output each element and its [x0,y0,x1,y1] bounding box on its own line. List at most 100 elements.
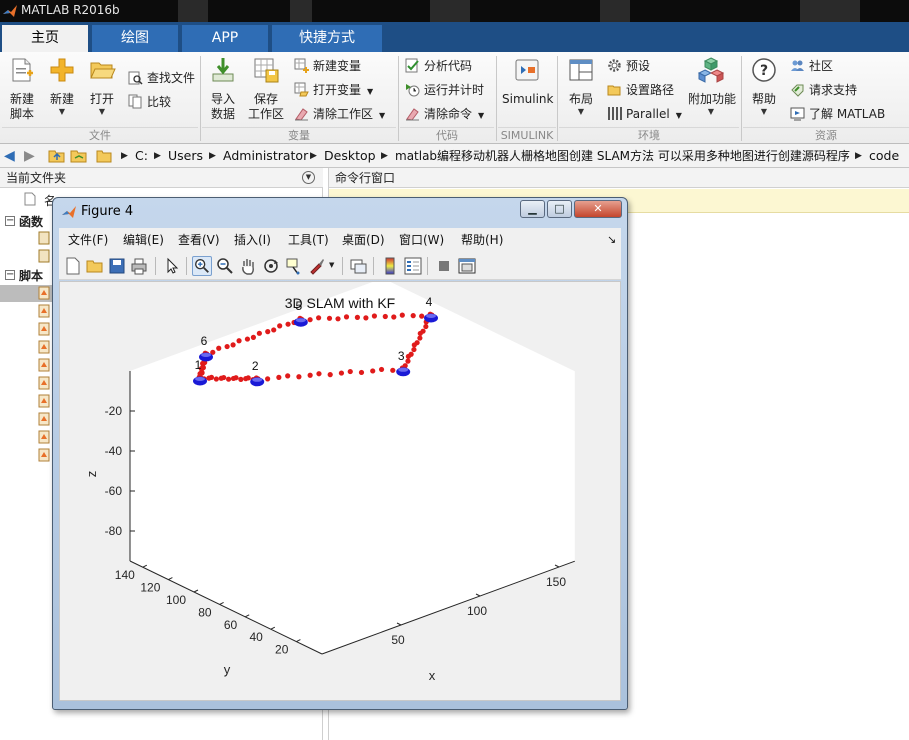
forward-arrow-icon[interactable]: ▶ [24,144,35,168]
run-and-time-button[interactable]: 运行并计时 [405,80,484,100]
open-variable-button[interactable]: 打开变量 ▼ [294,80,373,100]
collapse-icon[interactable]: − [5,216,15,226]
dock-arrow-icon[interactable]: ↘ [607,228,616,252]
breadcrumb-item[interactable]: Desktop [324,144,376,168]
menu-edit[interactable]: 编辑(E) [123,228,164,252]
menu-window[interactable]: 窗口(W) [399,228,444,252]
browse-folder-icon[interactable] [70,148,88,164]
hide-plot-tools-icon[interactable] [434,256,454,276]
zoom-out-icon[interactable] [215,256,235,276]
path-point [285,321,291,327]
preferences-button[interactable]: 预设 [607,56,650,76]
learn-matlab-button[interactable]: 了解 MATLAB [790,104,885,124]
pointer-icon[interactable] [162,256,182,276]
pan-hand-icon[interactable] [238,256,258,276]
import-data-button[interactable]: 导入 数据 [206,56,240,122]
tab-shortcuts[interactable]: 快捷方式 [272,25,382,52]
print-icon[interactable] [129,256,149,276]
section-functions[interactable]: 函数 [19,213,43,230]
clear-commands-button[interactable]: 清除命令 ▼ [405,104,484,124]
save-icon[interactable] [107,256,127,276]
new-figure-icon[interactable] [63,256,83,276]
script-file-icon[interactable] [38,448,50,462]
new-variable-button[interactable]: 新建变量 [294,56,361,76]
close-button[interactable]: ✕ [574,200,622,218]
script-file-icon[interactable] [38,304,50,318]
open-button[interactable]: 打开 ▼ [86,56,118,117]
menu-file[interactable]: 文件(F) [68,228,108,252]
ribbon-divider [398,56,399,141]
tab-plots[interactable]: 绘图 [92,25,178,52]
script-file-icon[interactable] [38,412,50,426]
figure-window[interactable]: Figure 4 ▁ □ ✕ 文件(F) 编辑(E) 查看(V) 插入(I) 工… [52,197,628,710]
up-folder-icon[interactable] [48,148,66,164]
breadcrumb-item[interactable]: matlab编程移动机器人栅格地图创建 SLAM方法 可以采用多种地图进行创建源… [395,144,850,168]
breadcrumb-arrow: ▶ [855,151,862,161]
analyze-code-button[interactable]: 分析代码 [405,56,472,76]
link-plot-icon[interactable] [349,256,369,276]
brush-dropdown-caret[interactable]: ▼ [329,261,334,269]
colorbar-icon[interactable] [380,256,400,276]
add-ons-button[interactable]: 附加功能 ▼ [688,56,736,117]
simulink-button[interactable]: Simulink [502,56,553,107]
script-file-icon[interactable] [38,286,50,300]
breadcrumb-item[interactable]: Users [168,144,203,168]
script-file-icon[interactable] [38,358,50,372]
path-point [414,340,420,346]
function-file-icon[interactable] [38,249,50,263]
clear-workspace-button[interactable]: 清除工作区 ▼ [294,104,385,124]
save-workspace-button[interactable]: 保存 工作区 [246,56,286,122]
panel-menu-icon[interactable]: ▼ [302,171,315,184]
ribbon-divider [741,56,742,141]
request-support-button[interactable]: 请求支持 [790,80,857,100]
new-button[interactable]: 新建 ▼ [46,56,78,117]
menu-desktop[interactable]: 桌面(D) [342,228,385,252]
tab-home[interactable]: 主页 [2,25,88,52]
parallel-button[interactable]: Parallel ▼ [607,104,682,124]
tab-apps[interactable]: APP [182,25,268,52]
show-plot-tools-icon[interactable] [457,256,477,276]
menu-view[interactable]: 查看(V) [178,228,220,252]
breadcrumb-item[interactable]: code [869,144,899,168]
menu-insert[interactable]: 插入(I) [234,228,271,252]
legend-icon[interactable] [403,256,423,276]
data-cursor-icon[interactable] [284,256,304,276]
new-script-icon [12,58,33,82]
set-path-button[interactable]: 设置路径 [607,80,674,100]
path-point [271,327,277,333]
menu-help[interactable]: 帮助(H) [461,228,503,252]
script-file-icon[interactable] [38,322,50,336]
breadcrumb-item[interactable]: Administrator [223,144,308,168]
rotate-3d-icon[interactable] [261,256,281,276]
selected-row-highlight[interactable] [0,285,60,302]
collapse-icon[interactable]: − [5,270,15,280]
find-files-button[interactable]: 查找文件 [128,68,195,88]
help-button[interactable]: ? 帮助 ▼ [748,56,780,117]
function-file-icon[interactable] [38,231,50,245]
maximize-button[interactable]: □ [547,200,572,218]
clear-commands-icon [406,108,419,121]
open-file-icon[interactable] [85,256,105,276]
minimize-button[interactable]: ▁ [520,200,545,218]
compare-button[interactable]: 比较 [128,92,171,112]
path-point [265,376,271,382]
figure-canvas[interactable]: 3D SLAM with KF 50 100 150 20 40 60 80 100 120 140… [59,281,621,701]
script-file-icon[interactable] [38,430,50,444]
menu-tools[interactable]: 工具(T) [288,228,329,252]
back-arrow-icon[interactable]: ◀ [4,144,15,168]
zoom-in-icon[interactable] [192,256,212,276]
layout-button[interactable]: 布局 ▼ [564,56,598,117]
open-variable-icon [294,82,309,97]
script-file-icon[interactable] [38,340,50,354]
brush-icon[interactable] [307,256,327,276]
x-tick-label: 100 [467,604,487,618]
breadcrumb-item[interactable]: C: [135,144,148,168]
new-variable-icon [294,58,309,73]
new-script-button[interactable]: 新建 脚本 [6,56,38,122]
title-blur [430,0,470,22]
script-file-icon[interactable] [38,376,50,390]
slam-3d-plot[interactable]: 3D SLAM with KF5010015020406080100120140… [60,282,620,700]
script-file-icon[interactable] [38,394,50,408]
section-scripts[interactable]: 脚本 [19,267,43,284]
community-button[interactable]: 社区 [790,56,833,76]
